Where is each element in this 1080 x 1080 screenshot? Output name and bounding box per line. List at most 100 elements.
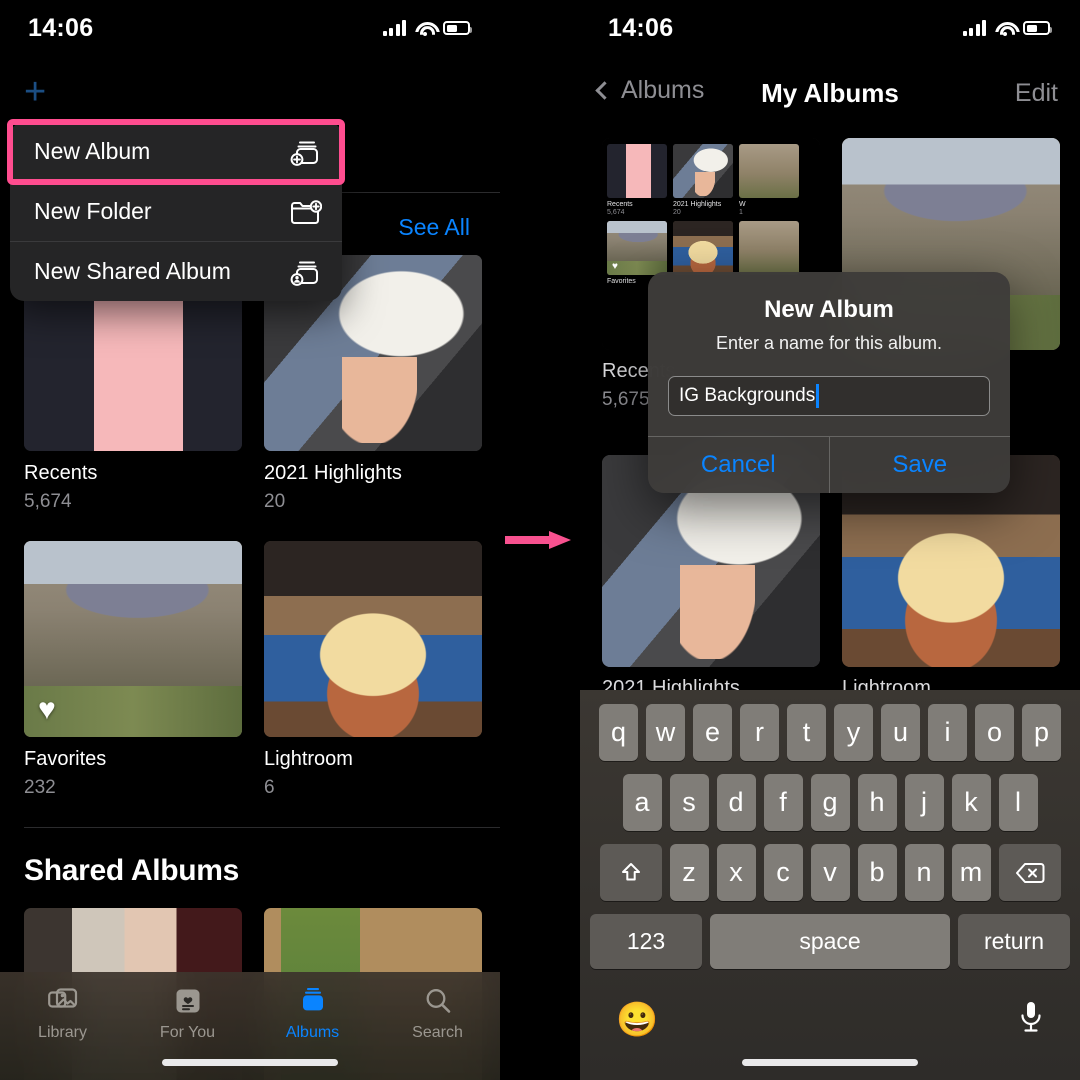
menu-item-new-shared-album[interactable]: New Shared Album bbox=[10, 242, 342, 301]
microphone-icon[interactable] bbox=[1018, 1000, 1044, 1039]
key-g[interactable]: g bbox=[810, 774, 850, 831]
shift-arrow-icon[interactable] bbox=[599, 844, 662, 901]
space-key[interactable]: space bbox=[710, 914, 950, 969]
album-name-input[interactable]: IG Backgrounds bbox=[668, 376, 990, 416]
tab-search[interactable]: Search bbox=[375, 984, 500, 1042]
nested-album-count: 5,674 bbox=[607, 209, 625, 216]
battery-icon bbox=[1023, 21, 1052, 35]
dialog-title: New Album bbox=[764, 296, 894, 323]
key-f[interactable]: f bbox=[763, 774, 803, 831]
add-album-button[interactable]: + bbox=[24, 73, 54, 111]
add-context-menu: New Album New Folder New Shared Album bbox=[10, 122, 342, 301]
favorite-heart-icon: ♥ bbox=[38, 693, 56, 726]
albums-stack-icon bbox=[298, 984, 328, 1018]
album-name: 2021 Highlights bbox=[264, 462, 402, 484]
keyboard-row-2: asdfghjkl bbox=[580, 774, 1080, 831]
keyboard-row-4: 123 space return bbox=[580, 914, 1080, 969]
menu-item-new-album[interactable]: New Album bbox=[10, 122, 342, 181]
backspace-delete-icon[interactable] bbox=[998, 844, 1061, 901]
wifi-icon bbox=[995, 21, 1014, 36]
nested-tile: Recents 5,674 bbox=[607, 144, 667, 216]
album-name: Favorites bbox=[24, 748, 107, 770]
key-x[interactable]: x bbox=[716, 844, 756, 901]
navigation-bar: Albums My Albums Edit bbox=[580, 70, 1080, 126]
key-b[interactable]: b bbox=[857, 844, 897, 901]
my-albums-see-all[interactable]: See All bbox=[398, 214, 470, 241]
album-tile[interactable]: ♥ Favorites 232 bbox=[24, 541, 242, 799]
nested-album-count: 20 bbox=[673, 209, 681, 216]
for-you-heart-icon bbox=[175, 984, 201, 1018]
key-d[interactable]: d bbox=[716, 774, 756, 831]
nested-tile: W 1 bbox=[739, 144, 799, 216]
keyboard-bottom-bar: 😀 bbox=[580, 982, 1080, 1039]
status-clock: 14:06 bbox=[608, 13, 674, 42]
dialog-subtitle: Enter a name for this album. bbox=[715, 333, 943, 353]
key-j[interactable]: j bbox=[904, 774, 944, 831]
rectangle-stack-plus-icon bbox=[288, 137, 322, 167]
menu-item-new-folder[interactable]: New Folder bbox=[10, 182, 342, 241]
key-p[interactable]: p bbox=[1022, 704, 1061, 761]
nested-album-name: Recents bbox=[607, 201, 633, 208]
nested-album-count: 1 bbox=[739, 209, 743, 216]
on-screen-keyboard: qwertyuiop asdfghjkl zxcvbnm 123 space r… bbox=[580, 690, 1080, 1080]
numbers-key[interactable]: 123 bbox=[590, 914, 702, 969]
key-u[interactable]: u bbox=[881, 704, 920, 761]
key-y[interactable]: y bbox=[834, 704, 873, 761]
key-o[interactable]: o bbox=[975, 704, 1014, 761]
nested-album-name: W bbox=[739, 201, 746, 208]
album-row: ♥ Favorites 232 Lightroom 6 C 3 bbox=[24, 541, 500, 799]
smiley-face-icon[interactable]: 😀 bbox=[616, 1003, 658, 1037]
battery-icon bbox=[443, 21, 472, 35]
menu-item-label: New Folder bbox=[34, 198, 152, 224]
text-caret bbox=[816, 384, 819, 408]
dialog-body: New Album Enter a name for this album. I… bbox=[648, 272, 1010, 436]
key-n[interactable]: n bbox=[904, 844, 944, 901]
cancel-button[interactable]: Cancel bbox=[648, 437, 829, 493]
status-bar-left: 14:06 bbox=[0, 0, 500, 56]
wifi-icon bbox=[415, 21, 434, 36]
album-count: 5,674 bbox=[24, 491, 72, 512]
nested-album-name: 2021 Highlights bbox=[673, 201, 722, 208]
status-clock: 14:06 bbox=[28, 13, 94, 42]
tab-library[interactable]: Library bbox=[0, 984, 125, 1042]
key-v[interactable]: v bbox=[810, 844, 850, 901]
home-indicator bbox=[742, 1059, 918, 1066]
album-grid-left: Recents 5,674 2021 Highlights 20 W 1: bbox=[24, 255, 500, 1080]
tab-label: Search bbox=[412, 1024, 463, 1041]
key-z[interactable]: z bbox=[669, 844, 709, 901]
album-thumbnail: ♥ bbox=[24, 541, 242, 737]
key-e[interactable]: e bbox=[693, 704, 732, 761]
tab-label: Library bbox=[38, 1024, 87, 1041]
favorite-heart-icon: ♥ bbox=[612, 261, 618, 272]
status-indicators bbox=[382, 20, 472, 36]
key-c[interactable]: c bbox=[763, 844, 803, 901]
edit-button[interactable]: Edit bbox=[1015, 79, 1058, 108]
key-q[interactable]: q bbox=[599, 704, 638, 761]
key-a[interactable]: a bbox=[622, 774, 662, 831]
key-l[interactable]: l bbox=[998, 774, 1038, 831]
key-t[interactable]: t bbox=[787, 704, 826, 761]
key-r[interactable]: r bbox=[740, 704, 779, 761]
tab-label: Albums bbox=[285, 1024, 340, 1041]
status-bar-right: 14:06 bbox=[580, 0, 1080, 56]
key-s[interactable]: s bbox=[669, 774, 709, 831]
dialog-actions: Cancel Save bbox=[648, 436, 1010, 493]
key-w[interactable]: w bbox=[646, 704, 685, 761]
status-indicators bbox=[962, 20, 1052, 36]
key-i[interactable]: i bbox=[928, 704, 967, 761]
right-phone-panel: 14:06 Albums My Albums Edit Recents 5,67… bbox=[580, 0, 1080, 1080]
search-magnifier-icon bbox=[424, 984, 452, 1018]
cellular-bars-icon bbox=[962, 20, 986, 36]
pink-right-arrow bbox=[505, 531, 575, 549]
album-tile[interactable]: Lightroom 6 bbox=[264, 541, 482, 799]
return-key[interactable]: return bbox=[958, 914, 1070, 969]
key-m[interactable]: m bbox=[951, 844, 991, 901]
album-count: 20 bbox=[264, 491, 286, 512]
tab-albums[interactable]: Albums bbox=[250, 984, 375, 1042]
save-button[interactable]: Save bbox=[828, 437, 1011, 493]
tab-label: For You bbox=[159, 1024, 216, 1041]
tab-for-you[interactable]: For You bbox=[125, 984, 250, 1042]
key-k[interactable]: k bbox=[951, 774, 991, 831]
key-h[interactable]: h bbox=[857, 774, 897, 831]
cellular-bars-icon bbox=[382, 20, 406, 36]
